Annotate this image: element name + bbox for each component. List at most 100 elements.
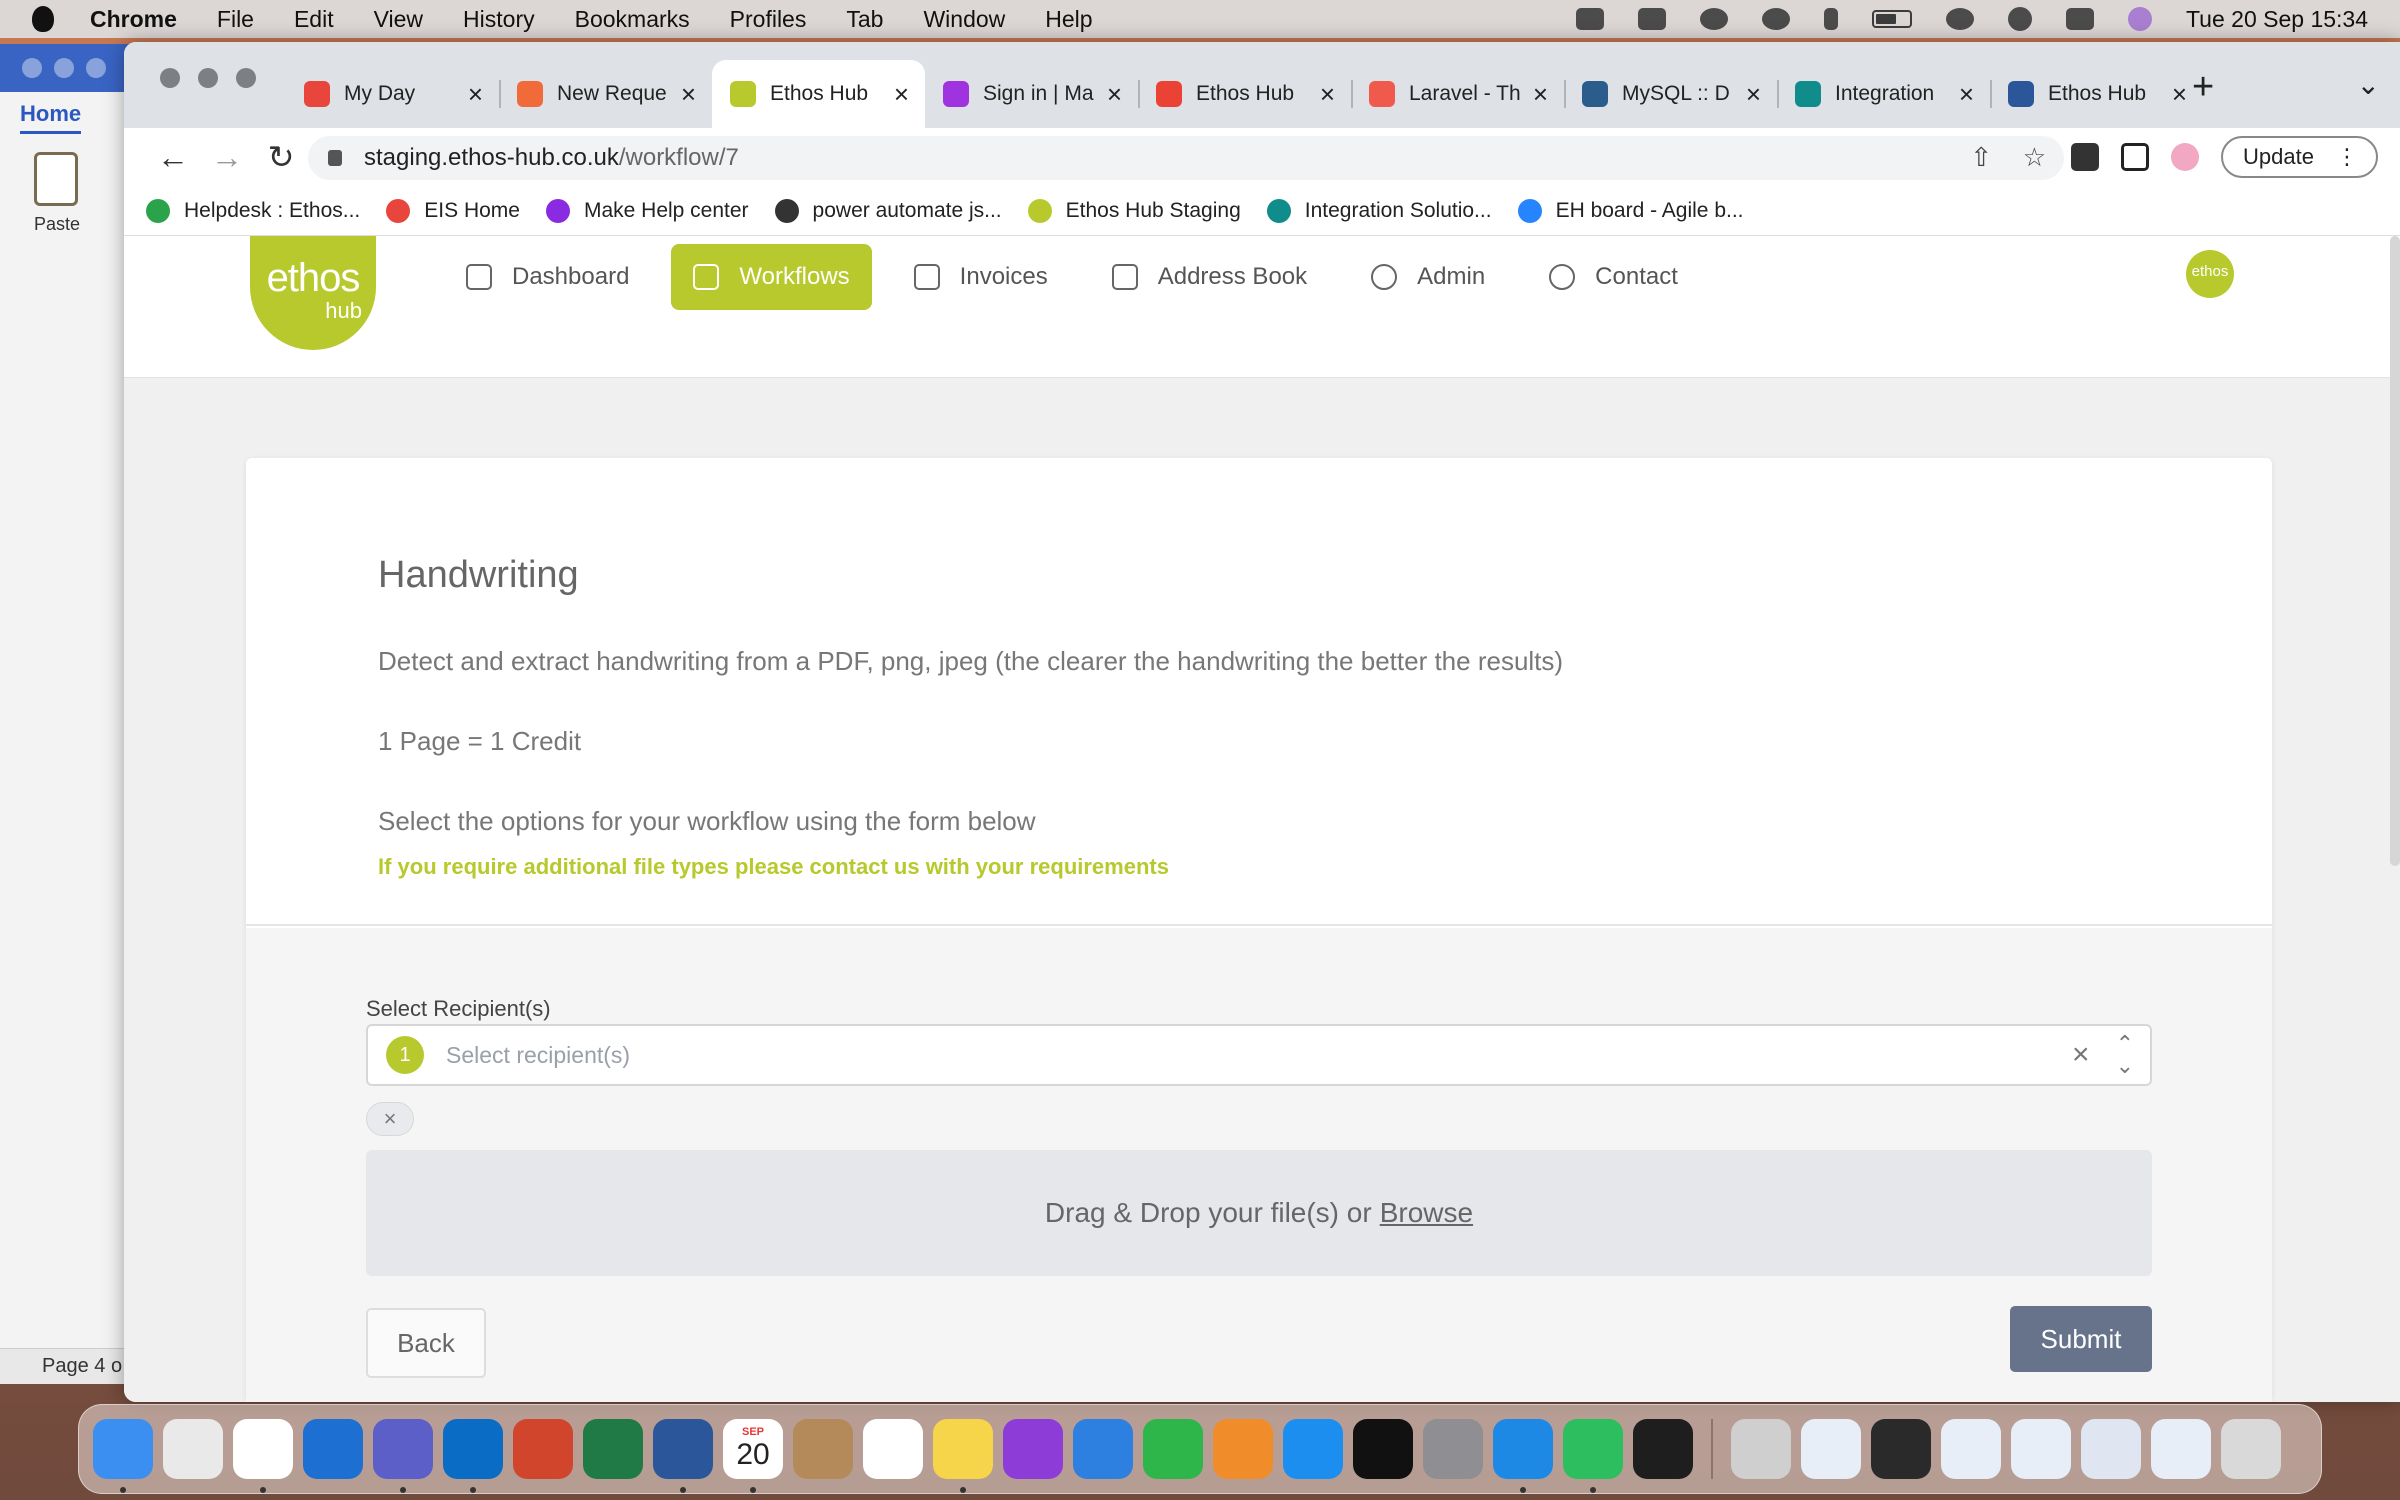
recipient-select[interactable]: 1 Select recipient(s) × ⌃ ⌄	[366, 1024, 2152, 1086]
browser-tab[interactable]: Integration ×	[1777, 60, 1990, 128]
back-button[interactable]: Back	[366, 1308, 486, 1378]
window-zoom-icon[interactable]	[236, 68, 256, 88]
control-center-icon[interactable]	[2065, 8, 2094, 30]
evernote-status-icon[interactable]	[1575, 8, 1604, 30]
nav-item-contact[interactable]: Contact	[1527, 244, 1700, 310]
onedrive-icon[interactable]	[303, 1419, 363, 1479]
word-icon[interactable]	[653, 1419, 713, 1493]
profile-avatar-icon[interactable]	[2171, 143, 2200, 171]
browser-tab[interactable]: New Reque ×	[499, 60, 712, 128]
battery-icon[interactable]	[1871, 10, 1912, 28]
menu-profiles[interactable]: Profiles	[730, 6, 807, 33]
share-icon[interactable]: ⇧	[1970, 142, 1992, 173]
tab-close-icon[interactable]: ×	[1320, 79, 1335, 110]
pages-icon[interactable]	[1213, 1419, 1273, 1479]
bookmark-item[interactable]: Helpdesk : Ethos...	[146, 198, 360, 223]
word-tab-home[interactable]: Home	[20, 101, 82, 134]
icloud-status-icon[interactable]	[1761, 8, 1790, 30]
remove-chip-icon[interactable]: ×	[366, 1102, 414, 1136]
app-store-icon[interactable]	[1283, 1419, 1343, 1479]
tab-close-icon[interactable]: ×	[468, 79, 483, 110]
browser-tab[interactable]: Ethos Hub ×	[1138, 60, 1351, 128]
file-dropzone[interactable]: Drag & Drop your file(s) or Browse	[366, 1150, 2152, 1276]
browse-link[interactable]: Browse	[1380, 1197, 1473, 1229]
window-thumb-4-icon[interactable]	[2011, 1419, 2071, 1479]
page-scrollbar[interactable]	[2390, 236, 2400, 866]
reminders-icon[interactable]	[863, 1419, 923, 1479]
tab-close-icon[interactable]: ×	[894, 79, 909, 110]
menu-help[interactable]: Help	[1045, 6, 1092, 33]
extensions-puzzle-icon[interactable]	[2071, 143, 2100, 171]
trash-icon[interactable]	[2221, 1419, 2281, 1479]
browser-tab[interactable]: Sign in | Ma ×	[925, 60, 1138, 128]
nav-item-admin[interactable]: Admin	[1349, 244, 1507, 310]
bookmark-item[interactable]: Make Help center	[545, 198, 749, 223]
launchpad-icon[interactable]	[163, 1419, 223, 1479]
siri-icon[interactable]	[2127, 7, 2152, 31]
outlook-icon[interactable]	[443, 1419, 503, 1493]
bookmark-item[interactable]: EH board - Agile b...	[1517, 198, 1744, 223]
bookmark-item[interactable]: Integration Solutio...	[1266, 198, 1492, 223]
select-caret-icon[interactable]: ⌃ ⌄	[2116, 1033, 2134, 1077]
menu-app-name[interactable]: Chrome	[90, 6, 177, 33]
browser-tab[interactable]: Laravel - Th ×	[1351, 60, 1564, 128]
clear-selection-icon[interactable]: ×	[2072, 1038, 2090, 1072]
powerpoint-icon[interactable]	[513, 1419, 573, 1479]
window-thumb-3-icon[interactable]	[1941, 1419, 2001, 1479]
browser-tab[interactable]: Ethos Hub ×	[712, 60, 925, 128]
menu-clock[interactable]: Tue 20 Sep 15:34	[2186, 6, 2368, 33]
browser-tab[interactable]: MySQL :: D ×	[1564, 60, 1777, 128]
chrome-icon[interactable]	[233, 1419, 293, 1493]
finder-icon[interactable]	[93, 1419, 153, 1493]
back-arrow-icon[interactable]: ←	[146, 139, 200, 176]
window-thumb-2-icon[interactable]	[1871, 1419, 1931, 1479]
window-thumb-1-icon[interactable]	[1801, 1419, 1861, 1479]
wifi-icon[interactable]	[1945, 8, 1974, 30]
evernote-icon[interactable]	[1563, 1419, 1623, 1493]
menu-file[interactable]: File	[217, 6, 254, 33]
contacts-icon[interactable]	[793, 1419, 853, 1479]
numbers-icon[interactable]	[1143, 1419, 1203, 1479]
keynote-icon[interactable]	[1073, 1419, 1133, 1479]
bookmark-item[interactable]: EIS Home	[386, 198, 520, 223]
tab-close-icon[interactable]: ×	[1533, 79, 1548, 110]
terminal-icon[interactable]	[1633, 1419, 1693, 1479]
system-preferences-icon[interactable]	[1423, 1419, 1483, 1479]
creative-cloud-status-icon[interactable]	[1699, 8, 1728, 30]
user-avatar[interactable]: ethos	[2186, 250, 2234, 298]
window-minimize-icon[interactable]	[198, 68, 218, 88]
word-zoom-icon[interactable]	[86, 58, 106, 78]
menu-window[interactable]: Window	[923, 6, 1005, 33]
lock-icon[interactable]	[328, 150, 342, 166]
preview-icon[interactable]	[1731, 1419, 1791, 1479]
browser-tab[interactable]: My Day ×	[286, 60, 499, 128]
nav-item-invoices[interactable]: Invoices	[892, 244, 1070, 310]
window-close-icon[interactable]	[160, 68, 180, 88]
side-panel-icon[interactable]	[2121, 143, 2150, 171]
excel-icon[interactable]	[583, 1419, 643, 1479]
menu-edit[interactable]: Edit	[294, 6, 334, 33]
address-bar[interactable]: staging.ethos-hub.co.uk/workflow/7 ⇧ ☆	[308, 136, 2064, 180]
bluetooth-icon[interactable]	[1823, 8, 1838, 30]
menu-bookmarks[interactable]: Bookmarks	[575, 6, 690, 33]
bookmark-item[interactable]: power automate js...	[774, 198, 1002, 223]
phpstorm-icon[interactable]	[1353, 1419, 1413, 1479]
forward-arrow-icon[interactable]: →	[200, 139, 254, 176]
reload-icon[interactable]: ↻	[254, 138, 308, 176]
menu-view[interactable]: View	[374, 6, 423, 33]
word-minimize-icon[interactable]	[54, 58, 74, 78]
recipient-placeholder[interactable]: Select recipient(s)	[446, 1042, 2072, 1069]
update-button[interactable]: Update ⋮	[2221, 136, 2378, 178]
bookmark-item[interactable]: Ethos Hub Staging	[1027, 198, 1241, 223]
tab-close-icon[interactable]: ×	[1746, 79, 1761, 110]
tab-search-chevron-icon[interactable]: ⌄	[2357, 68, 2380, 101]
safari-icon[interactable]	[1493, 1419, 1553, 1493]
menu-tab[interactable]: Tab	[846, 6, 883, 33]
submit-button[interactable]: Submit	[2010, 1306, 2152, 1372]
calendar-icon[interactable]: SEP 20	[723, 1419, 783, 1493]
apple-menu-icon[interactable]	[32, 6, 54, 32]
notes-icon[interactable]	[933, 1419, 993, 1493]
browser-tab[interactable]: Ethos Hub ×	[1990, 60, 2203, 128]
new-tab-button[interactable]: +	[2192, 66, 2214, 109]
nav-item-address-book[interactable]: Address Book	[1090, 244, 1329, 310]
